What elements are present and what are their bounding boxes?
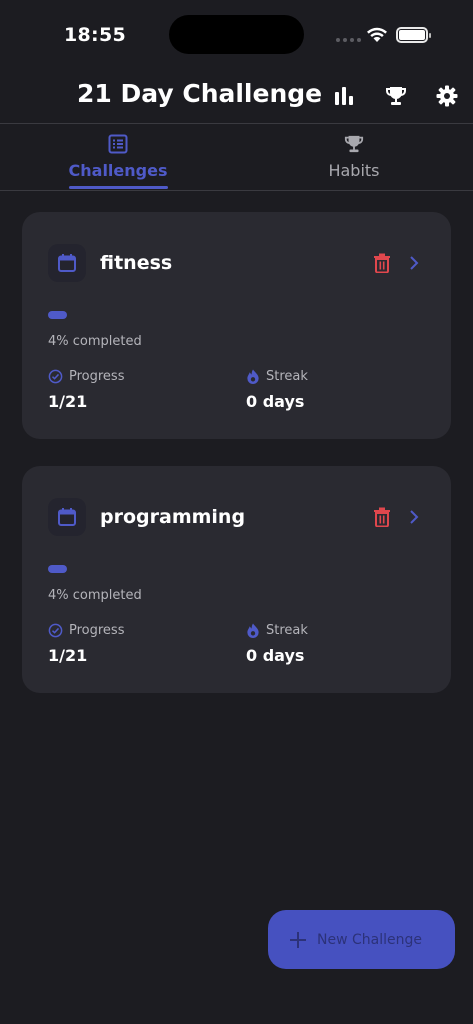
list-icon: [108, 133, 128, 155]
chevron-right-icon[interactable]: [408, 509, 420, 529]
dynamic-island: [169, 15, 304, 54]
trash-icon[interactable]: [373, 253, 391, 277]
tab-label: Challenges: [68, 161, 168, 180]
challenge-name: programming: [100, 506, 246, 528]
flame-icon: [247, 369, 259, 384]
gear-icon[interactable]: [434, 83, 460, 109]
new-challenge-label: New Challenge: [317, 931, 422, 948]
app-header: 21 Day Challenge: [0, 70, 473, 124]
calendar-icon: [48, 498, 86, 536]
new-challenge-button[interactable]: New Challenge: [268, 910, 455, 969]
bar-chart-icon[interactable]: [331, 83, 357, 109]
active-tab-indicator: [69, 186, 168, 189]
trophy-icon: [344, 133, 364, 155]
progress-label: Progress: [48, 369, 124, 384]
chevron-right-icon[interactable]: [408, 255, 420, 275]
progress-bar: [48, 311, 67, 319]
streak-label: Streak: [246, 623, 308, 638]
percent-completed: 4% completed: [48, 588, 142, 603]
progress-value: 1/21: [48, 646, 88, 665]
streak-value: 0 days: [246, 646, 305, 665]
battery-icon: [396, 27, 431, 43]
challenge-card[interactable]: fitness 4% completed Progress 1/21 Strea…: [22, 212, 451, 439]
progress-bar: [48, 565, 67, 573]
status-time: 18:55: [64, 24, 126, 46]
flame-icon: [247, 623, 259, 638]
check-circle-icon: [48, 623, 63, 638]
calendar-icon: [48, 244, 86, 282]
tab-label: Habits: [328, 161, 380, 180]
plus-icon: [290, 931, 306, 948]
progress-value: 1/21: [48, 392, 88, 411]
trash-icon[interactable]: [373, 507, 391, 531]
tab-habits[interactable]: Habits: [254, 125, 454, 191]
streak-value: 0 days: [246, 392, 305, 411]
check-circle-icon: [48, 369, 63, 384]
tab-challenges[interactable]: Challenges: [18, 125, 218, 191]
progress-label: Progress: [48, 623, 124, 638]
percent-completed: 4% completed: [48, 334, 142, 349]
streak-label: Streak: [246, 369, 308, 384]
status-bar: 18:55: [0, 0, 473, 70]
trophy-icon[interactable]: [383, 83, 409, 109]
wifi-icon: [366, 26, 388, 47]
challenge-card[interactable]: programming 4% completed Progress 1/21 S…: [22, 466, 451, 693]
cellular-signal-icon: [336, 38, 361, 42]
tab-bar: Challenges Habits: [0, 125, 473, 191]
app-title: 21 Day Challenge: [77, 79, 323, 108]
challenge-name: fitness: [100, 252, 173, 274]
